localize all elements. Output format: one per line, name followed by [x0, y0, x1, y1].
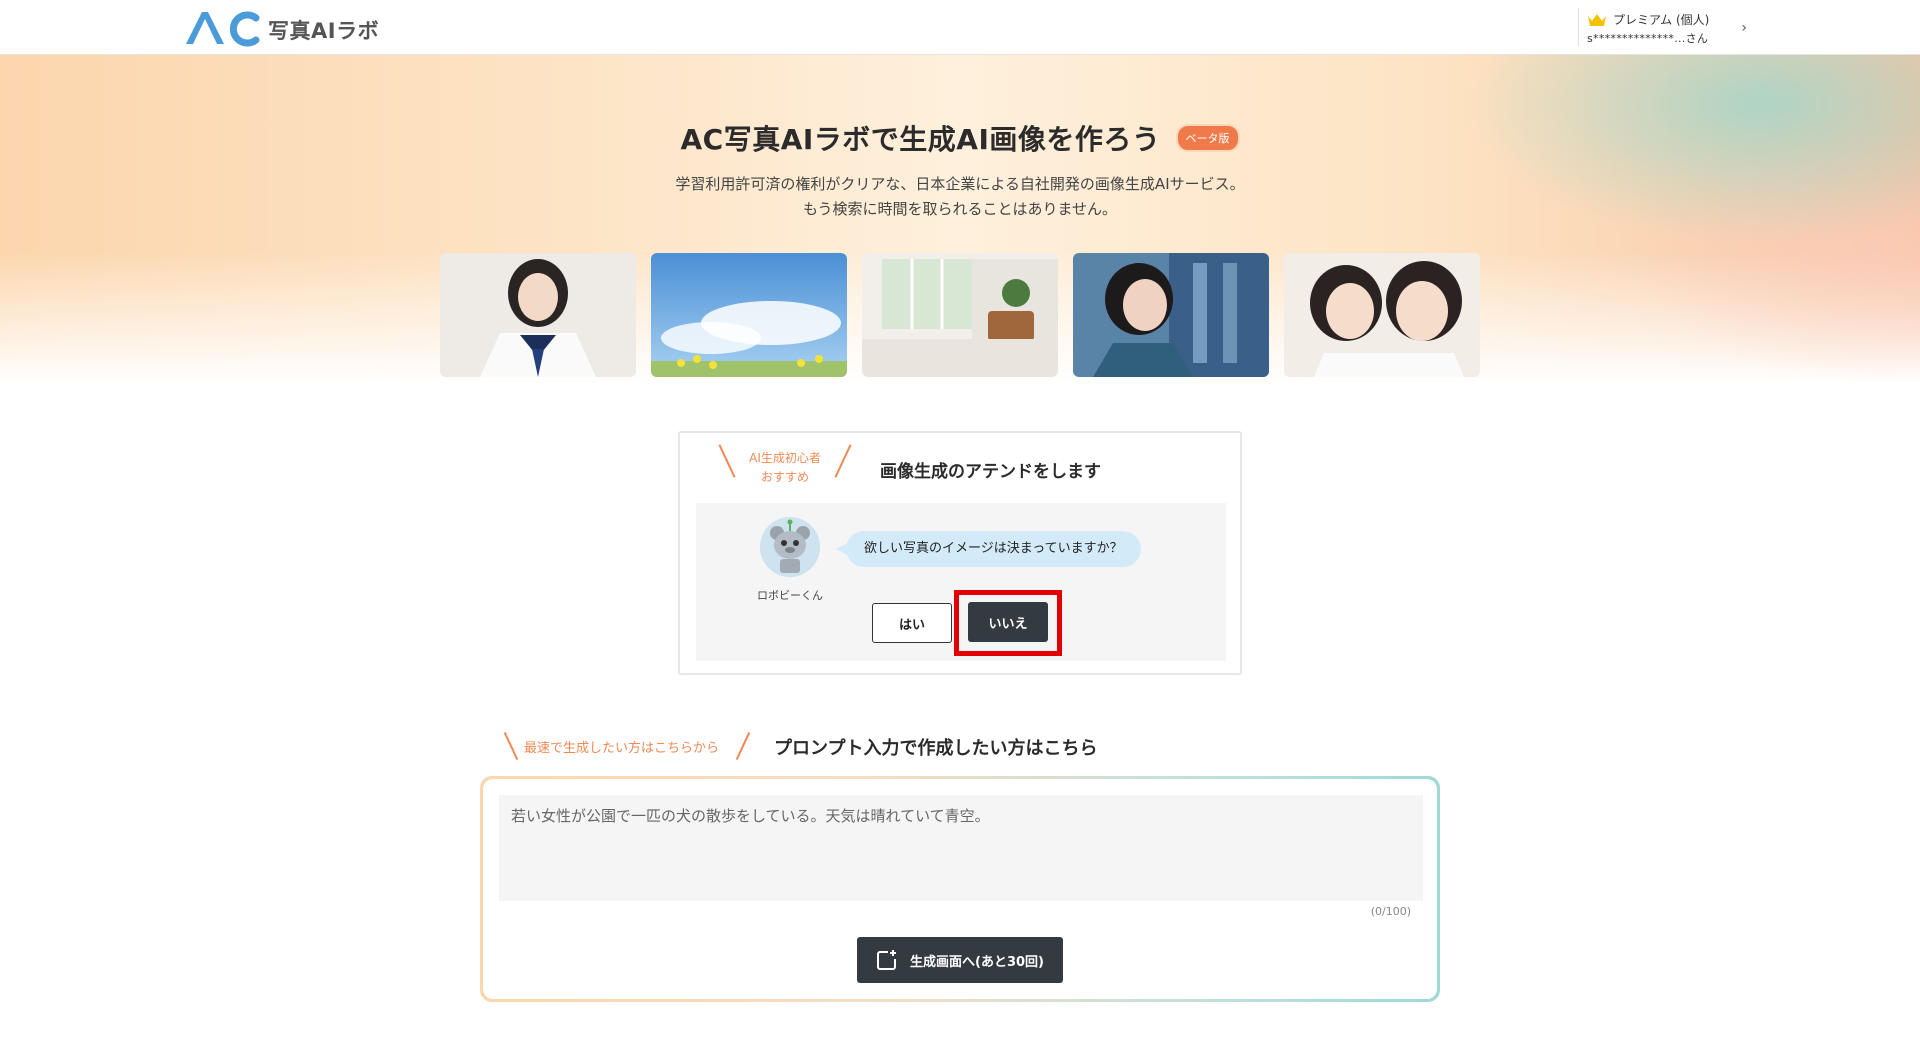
- blue-sky-image: [651, 253, 847, 377]
- logo-text: 写真AIラボ: [268, 19, 380, 43]
- account-menu[interactable]: プレミアム (個人) s**************...さん ›: [1578, 8, 1747, 46]
- robot-avatar: [760, 517, 820, 577]
- hero-subtitle-line1: 学習利用許可済の権利がクリアな、日本企業による自社開発の画像生成AIサービス。: [675, 175, 1245, 193]
- yes-button[interactable]: はい: [872, 603, 952, 643]
- beginner-tag-line2: おすすめ: [760, 470, 809, 484]
- girl-studying-image: [440, 253, 636, 377]
- hero-subtitle-line2: もう検索に時間を取られることはありません。: [802, 200, 1118, 218]
- crown-icon: [1588, 13, 1606, 26]
- question-bubble: 欲しい写真のイメージは決まっていますか？: [846, 531, 1141, 567]
- hero-subtitle: 学習利用許可済の権利がクリアな、日本企業による自社開発の画像生成AIサービス。 …: [0, 172, 1920, 222]
- hero-title-row: AC写真AIラボで生成AI画像を作ろう ベータ版: [0, 118, 1920, 158]
- interior-room-image: [862, 253, 1058, 377]
- beta-badge: ベータ版: [1175, 124, 1240, 152]
- ac-logo-icon: [186, 11, 260, 47]
- prompt-section-title: プロンプト入力で作成したい方はこちら: [774, 738, 1098, 759]
- plan-label: プレミアム (個人): [1613, 13, 1710, 27]
- attend-title: 画像生成のアテンドをします: [880, 462, 1101, 482]
- prompt-tag-slash-left: [503, 731, 519, 761]
- generate-button-label: 生成画面へ(あと30回): [910, 954, 1044, 970]
- generate-button[interactable]: 生成画面へ(あと30回): [857, 937, 1063, 983]
- prompt-box: (0/100) 生成画面へ(あと30回): [480, 776, 1440, 1002]
- sample-gallery: [440, 253, 1480, 377]
- no-button[interactable]: いいえ: [968, 602, 1048, 642]
- prompt-input[interactable]: [499, 795, 1423, 901]
- chevron-right-icon: ›: [1741, 20, 1747, 36]
- user-label: s**************...さん: [1587, 32, 1709, 45]
- page-title: AC写真AIラボで生成AI画像を作ろう: [680, 123, 1161, 156]
- robot-name: ロボビーくん: [757, 589, 823, 602]
- prompt-inner: (0/100) 生成画面へ(あと30回): [483, 779, 1437, 999]
- fastest-tag: 最速で生成したい方はこちらから: [524, 741, 720, 756]
- robot-bear-icon: [760, 517, 820, 577]
- prompt-tag-slash-right: [735, 731, 751, 761]
- beginner-tag-line1: AI生成初心者: [749, 451, 821, 465]
- char-counter: (0/100): [1370, 905, 1411, 918]
- woman-profile-image: [1073, 253, 1269, 377]
- site-logo[interactable]: 写真AIラボ: [184, 8, 379, 48]
- plan-row: プレミアム (個人): [1587, 11, 1747, 28]
- add-image-icon: [877, 950, 896, 970]
- site-header: 写真AIラボ プレミアム (個人) s**************...さん ›: [0, 0, 1920, 55]
- beginner-tag: AI生成初心者 おすすめ: [730, 449, 840, 489]
- children-image: [1284, 253, 1480, 377]
